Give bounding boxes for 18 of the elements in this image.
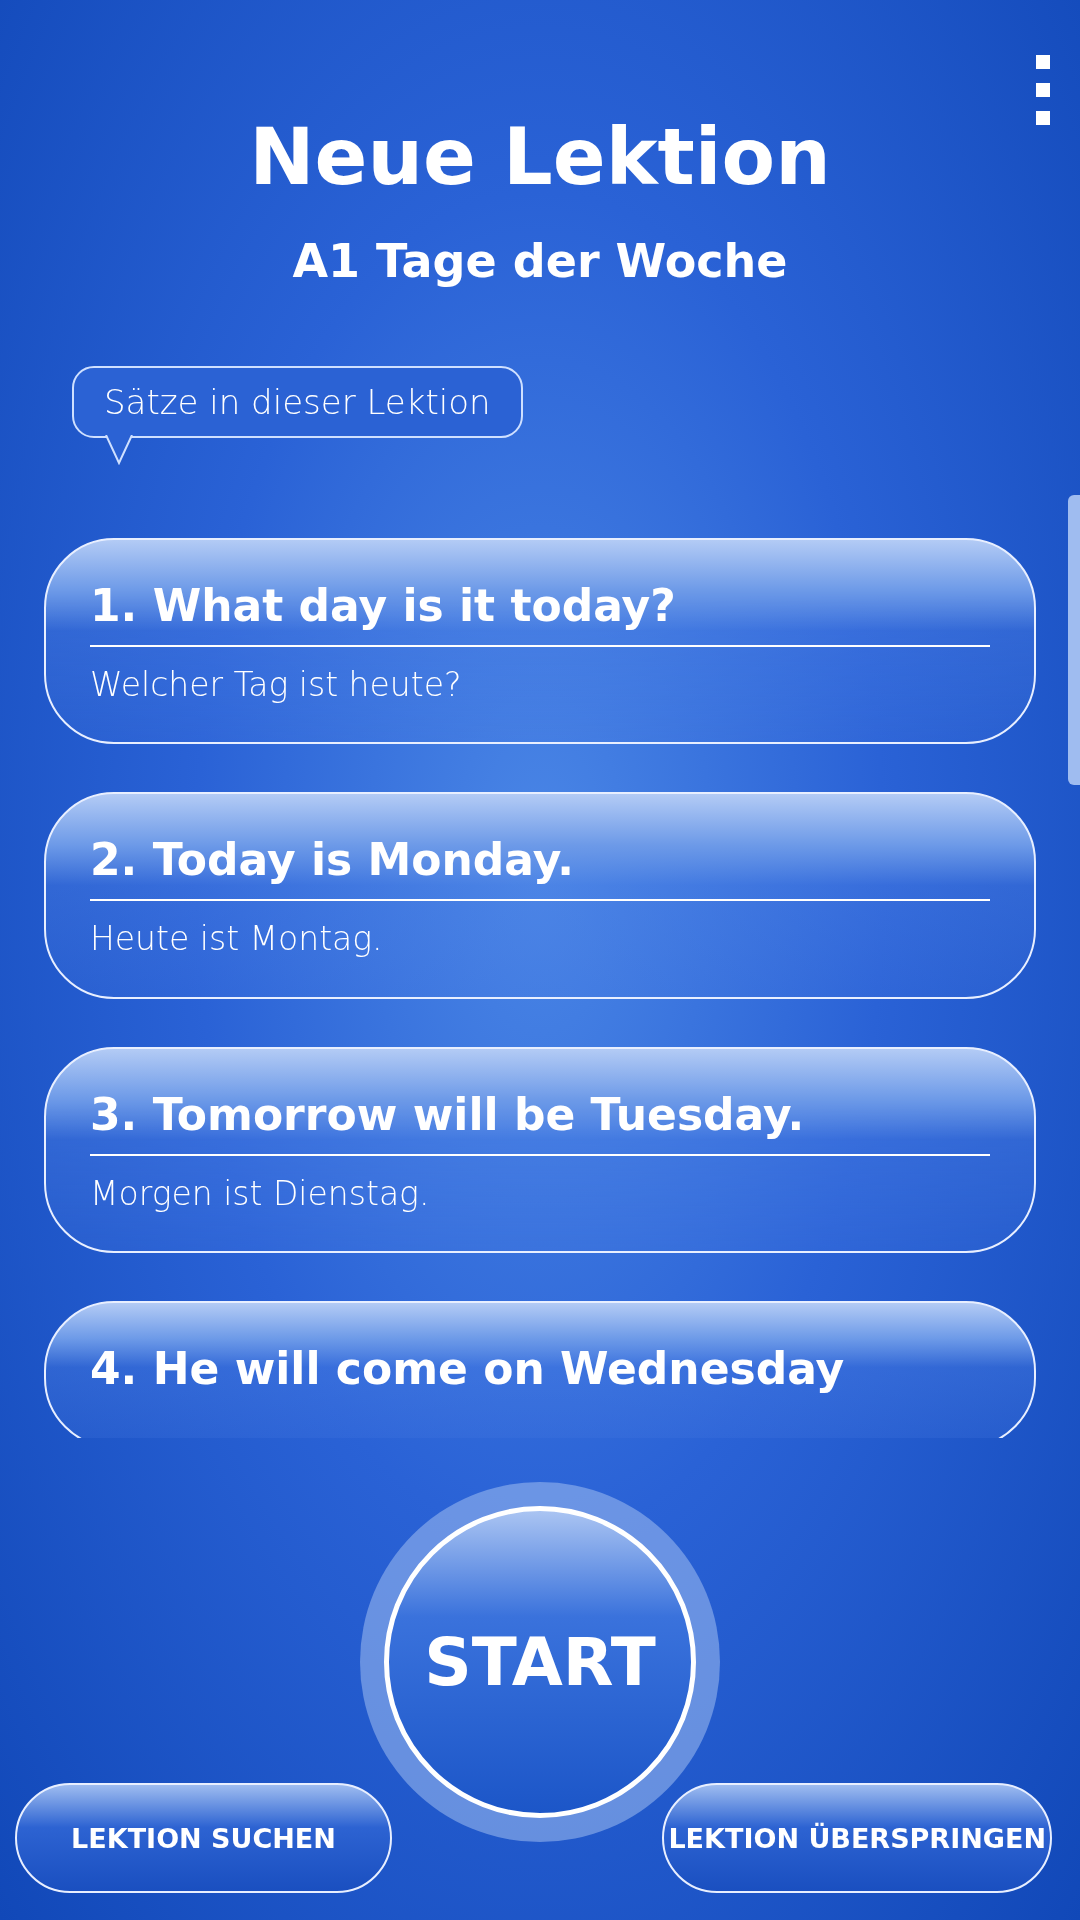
german-sentence: Welcher Tag ist heute? [90, 663, 463, 705]
english-sentence: 2. Today is Monday. [90, 834, 575, 888]
german-sentence: Morgen ist Dienstag. [90, 1172, 431, 1214]
sentence-card[interactable]: 3. Tomorrow will be Tuesday. Morgen ist Dienstag. [44, 1046, 1036, 1254]
lesson-button[interactable]: LEKTION SUCHEN [15, 1783, 392, 1893]
lesson-button[interactable]: LEKTION ÜBERSPRINGEN [662, 1783, 1052, 1893]
speech-bubble: Sätze in dieser Lektion [72, 366, 523, 438]
english-sentence: 3. Tomorrow will be Tuesday. [90, 1088, 806, 1142]
german-sentence: Heute ist Montag. [90, 918, 384, 959]
english-sentence: 1. What day is it today? [90, 580, 677, 633]
lesson-title: Neue Lektion [249, 118, 831, 196]
sentence-card[interactable]: 1. What day is it today? Welcher Tag ist heute? [44, 538, 1036, 745]
start-button[interactable]: START [384, 1506, 696, 1818]
more-menu-icon[interactable] [1036, 55, 1050, 125]
sentence-card[interactable]: 2. Today is Monday. Heute ist Montag. [44, 792, 1036, 999]
sentence-card[interactable]: 4. He will come on Wednesday [44, 1301, 1036, 1438]
english-sentence: 4. He will come on Wednesday [90, 1343, 846, 1397]
speech-bubble-tail [104, 435, 134, 465]
